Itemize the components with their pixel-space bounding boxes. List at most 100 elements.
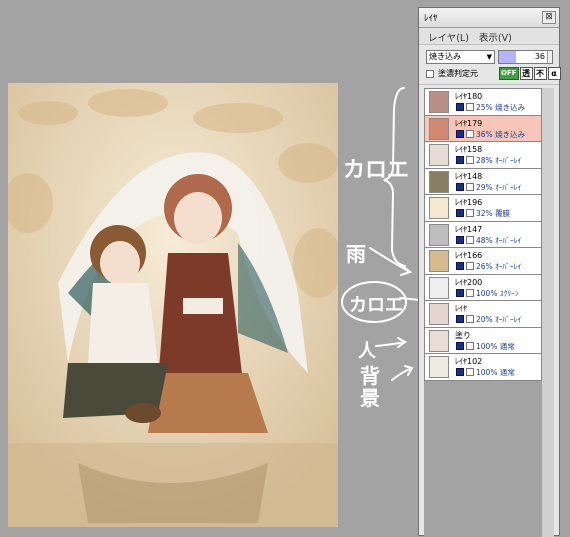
visibility-icon[interactable]	[456, 315, 464, 323]
layer-row[interactable]: ﾚｲﾔ180 25% 焼き込み	[425, 89, 541, 116]
layer-panel[interactable]: ﾚｲﾔ ⊠ レイヤ(L) 表示(V) 焼き込み ▼ 36 塗濃判定元 OFF 透…	[418, 7, 561, 537]
layer-row[interactable]: ﾚｲﾔ148 29% ｵｰﾊﾞｰﾚｲ	[425, 168, 541, 195]
layer-thumbnail[interactable]	[429, 303, 449, 325]
layer-thumbnail[interactable]	[429, 329, 449, 352]
layer-row[interactable]: ﾚｲﾔ179 36% 焼き込み	[425, 115, 541, 142]
visibility-icon[interactable]	[456, 341, 464, 350]
menu-view[interactable]: 表示(V)	[479, 30, 512, 44]
menu-layer[interactable]: レイヤ(L)	[428, 30, 469, 44]
close-icon[interactable]: ⊠	[542, 11, 556, 24]
layer-thumbnail[interactable]	[429, 276, 449, 299]
layer-blend-mode: ｵｰﾊﾞｰﾚｲ	[495, 315, 522, 324]
layer-name: ﾚｲﾔ	[455, 304, 467, 313]
clip-source-row[interactable]: 塗濃判定元	[426, 68, 478, 79]
layer-thumbnail[interactable]	[429, 91, 449, 113]
layer-name: ﾚｲﾔ196	[455, 198, 483, 207]
layer-opacity: 32%	[476, 209, 493, 218]
lock-icon[interactable]	[466, 156, 474, 164]
layer-mode: 26% ｵｰﾊﾞｰﾚｲ	[476, 261, 521, 272]
layer-opacity: 36%	[476, 129, 493, 139]
mode-off-button[interactable]: OFF	[499, 67, 519, 80]
panel-titlebar[interactable]: ﾚｲﾔ ⊠	[419, 8, 559, 28]
layer-list[interactable]: ﾚｲﾔ180 25% 焼き込み ﾚｲﾔ179 36% 焼き込み ﾚｲﾔ158 28% ｵｰ…	[424, 88, 542, 381]
layer-opacity: 100%	[476, 288, 498, 298]
opacity-value: 36	[534, 52, 545, 61]
arrow-rain	[369, 247, 411, 273]
lock-icon[interactable]	[466, 182, 474, 191]
layer-thumbnail[interactable]	[429, 144, 449, 166]
lock-icon[interactable]	[466, 262, 474, 270]
mode-transparent-button[interactable]: 透	[519, 67, 533, 80]
layer-blend-mode: ｽｸﾘｰﾝ	[499, 288, 519, 298]
layer-thumbnail[interactable]	[429, 250, 449, 272]
layer-blend-mode: ｵｰﾊﾞｰﾚｲ	[495, 235, 522, 245]
layer-controls: 焼き込み ▼ 36 塗濃判定元 OFF 透 不 α	[419, 45, 561, 85]
annotation-strokes	[341, 87, 418, 381]
layer-row[interactable]: ﾚｲﾔ102 100% 通常	[425, 354, 541, 381]
layer-thumbnail[interactable]	[429, 223, 449, 246]
visibility-icon[interactable]	[456, 103, 464, 111]
visibility-icon[interactable]	[456, 262, 464, 270]
layer-mode: 25% 焼き込み	[476, 102, 525, 113]
layer-name: ﾚｲﾔ147	[455, 224, 483, 234]
layer-opacity: 100%	[476, 368, 498, 377]
visibility-icon[interactable]	[456, 182, 464, 191]
layer-opacity: 26%	[476, 262, 493, 271]
visibility-icon[interactable]	[456, 129, 464, 138]
lock-icon[interactable]	[466, 209, 474, 217]
visibility-icon[interactable]	[456, 288, 464, 297]
layer-mode: 20% ｵｰﾊﾞｰﾚｲ	[476, 314, 521, 325]
mode-alpha-button[interactable]: α	[547, 67, 561, 80]
layer-blend-mode: ｵｰﾊﾞｰﾚｲ	[495, 262, 522, 271]
visibility-icon[interactable]	[456, 368, 464, 376]
layer-mode: 48% ｵｰﾊﾞｰﾚｲ	[476, 235, 521, 246]
lock-icon[interactable]	[466, 288, 474, 297]
opacity-spinner[interactable]	[547, 51, 552, 63]
panel-menubar: レイヤ(L) 表示(V)	[419, 28, 559, 45]
mode-buttons: OFF 透 不 α	[499, 67, 561, 80]
layer-list-scrollbar[interactable]	[542, 88, 554, 537]
clip-source-checkbox[interactable]	[426, 69, 434, 78]
layer-mode: 36% 焼き込み	[476, 129, 525, 140]
annotation-kakou-top: カロエ	[343, 158, 410, 183]
layer-thumbnail[interactable]	[429, 117, 449, 140]
layer-row[interactable]: 塗り 100% 通常	[425, 327, 541, 354]
layer-name: ﾚｲﾔ200	[455, 277, 483, 287]
visibility-icon[interactable]	[456, 235, 464, 244]
visibility-icon[interactable]	[456, 156, 464, 164]
lock-icon[interactable]	[466, 235, 474, 244]
lock-icon[interactable]	[466, 341, 474, 350]
lock-icon[interactable]	[466, 129, 474, 138]
layer-name: ﾚｲﾔ179	[455, 118, 483, 128]
layer-blend-mode: ｵｰﾊﾞｰﾚｲ	[495, 182, 522, 192]
layer-opacity: 29%	[476, 182, 493, 192]
lock-icon[interactable]	[466, 368, 474, 376]
layer-row[interactable]: ﾚｲﾔ158 28% ｵｰﾊﾞｰﾚｲ	[425, 142, 541, 169]
layer-thumbnail[interactable]	[429, 197, 449, 219]
layer-name: ﾚｲﾔ148	[455, 171, 483, 181]
lock-icon[interactable]	[466, 315, 474, 323]
layer-blend-mode: 通常	[499, 368, 515, 377]
opacity-slider[interactable]: 36	[498, 50, 553, 64]
layer-mode: 29% ｵｰﾊﾞｰﾚｲ	[476, 182, 521, 193]
layer-thumbnail[interactable]	[429, 170, 449, 193]
layer-row[interactable]: ﾚｲﾔ196 32% 覆膜	[425, 195, 541, 222]
lock-icon[interactable]	[466, 103, 474, 111]
annotation-kakou-mid: カロエ	[349, 295, 403, 316]
layer-row[interactable]: ﾚｲﾔ200 100% ｽｸﾘｰﾝ	[425, 274, 541, 301]
layer-thumbnail[interactable]	[429, 356, 449, 378]
annotation-person: 人	[358, 341, 376, 362]
panel-title: ﾚｲﾔ	[424, 14, 438, 24]
visibility-icon[interactable]	[456, 209, 464, 217]
layer-opacity: 28%	[476, 156, 493, 165]
layer-opacity: 20%	[476, 315, 493, 324]
clip-source-label: 塗濃判定元	[438, 69, 478, 78]
layer-blend-mode: 焼き込み	[495, 129, 526, 139]
layer-row[interactable]: ﾚｲﾔ 20% ｵｰﾊﾞｰﾚｲ	[425, 301, 541, 328]
layer-opacity: 48%	[476, 235, 493, 245]
blend-mode-select[interactable]: 焼き込み ▼	[426, 50, 495, 64]
mode-opaque-button[interactable]: 不	[533, 67, 547, 80]
canvas-area[interactable]: カロエ 雨 カロエ 人 背景	[0, 0, 418, 536]
layer-row[interactable]: ﾚｲﾔ166 26% ｵｰﾊﾞｰﾚｲ	[425, 248, 541, 275]
layer-row[interactable]: ﾚｲﾔ147 48% ｵｰﾊﾞｰﾚｲ	[425, 221, 541, 248]
